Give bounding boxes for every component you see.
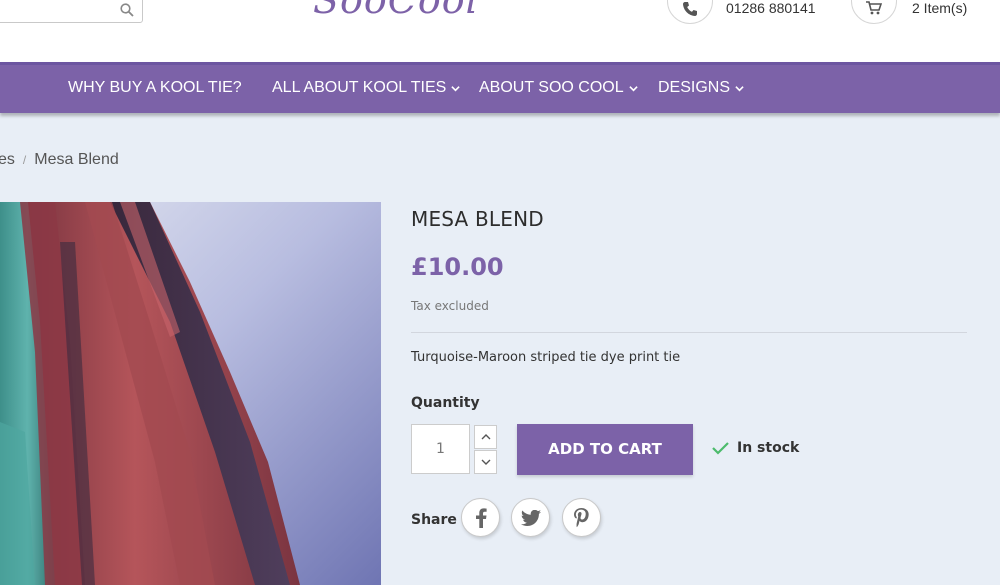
nav-item-all-about-kool-ties[interactable]: ALL ABOUT KOOL TIES <box>272 79 460 97</box>
cart-count[interactable]: 2 Item(s) <box>912 0 967 16</box>
breadcrumb: es / Mesa Blend <box>0 151 119 169</box>
add-to-cart-button[interactable]: ADD TO CART <box>517 424 693 475</box>
product-title: MESA BLEND <box>411 207 544 231</box>
main-nav: WHY BUY A KOOL TIE? ALL ABOUT KOOL TIES … <box>0 62 1000 113</box>
stock-status: In stock <box>712 440 799 456</box>
chevron-down-icon <box>735 85 744 91</box>
divider <box>411 332 967 333</box>
search-icon[interactable] <box>120 3 134 17</box>
product-image[interactable] <box>0 202 381 585</box>
quantity-increase-button[interactable] <box>474 425 497 449</box>
check-icon <box>712 442 729 455</box>
pinterest-icon <box>573 507 589 527</box>
search-input[interactable] <box>0 0 143 23</box>
site-header: SooCool 01286 880141 2 Item(s) <box>0 0 1000 62</box>
phone-icon <box>683 2 697 16</box>
product-description: Turquoise-Maroon striped tie dye print t… <box>411 350 681 365</box>
quantity-decrease-button[interactable] <box>474 450 497 474</box>
breadcrumb-current: Mesa Blend <box>34 151 119 168</box>
quantity-input[interactable]: 1 <box>411 424 470 474</box>
chevron-down-icon <box>481 459 491 465</box>
tie-image <box>0 202 300 585</box>
share-label: Share <box>411 512 457 528</box>
phone-number[interactable]: 01286 880141 <box>726 0 816 16</box>
stock-label: In stock <box>737 440 800 456</box>
chevron-down-icon <box>628 85 638 91</box>
nav-item-label: ALL ABOUT KOOL TIES <box>272 79 447 96</box>
twitter-icon <box>520 509 541 526</box>
product-price: £10.00 <box>411 253 504 281</box>
site-logo[interactable]: SooCool <box>313 0 479 22</box>
nav-item-label: ABOUT SOO COOL <box>479 79 624 96</box>
facebook-share-button[interactable] <box>461 498 500 537</box>
nav-item-why-buy[interactable]: WHY BUY A KOOL TIE? <box>68 79 242 97</box>
cart-button[interactable] <box>851 0 897 24</box>
phone-button[interactable] <box>667 0 713 24</box>
breadcrumb-separator: / <box>22 153 27 167</box>
facebook-icon <box>475 507 487 528</box>
tax-note: Tax excluded <box>411 299 489 313</box>
chevron-down-icon <box>451 85 460 91</box>
chevron-up-icon <box>481 434 491 440</box>
pinterest-share-button[interactable] <box>562 498 601 537</box>
nav-item-designs[interactable]: DESIGNS <box>658 79 744 97</box>
twitter-share-button[interactable] <box>511 498 550 537</box>
breadcrumb-link[interactable]: es <box>0 151 15 168</box>
quantity-label: Quantity <box>411 395 480 411</box>
nav-item-about-soo-cool[interactable]: ABOUT SOO COOL <box>479 79 638 97</box>
cart-icon <box>866 1 882 15</box>
nav-item-label: DESIGNS <box>658 79 731 96</box>
nav-item-label: WHY BUY A KOOL TIE? <box>68 79 242 96</box>
